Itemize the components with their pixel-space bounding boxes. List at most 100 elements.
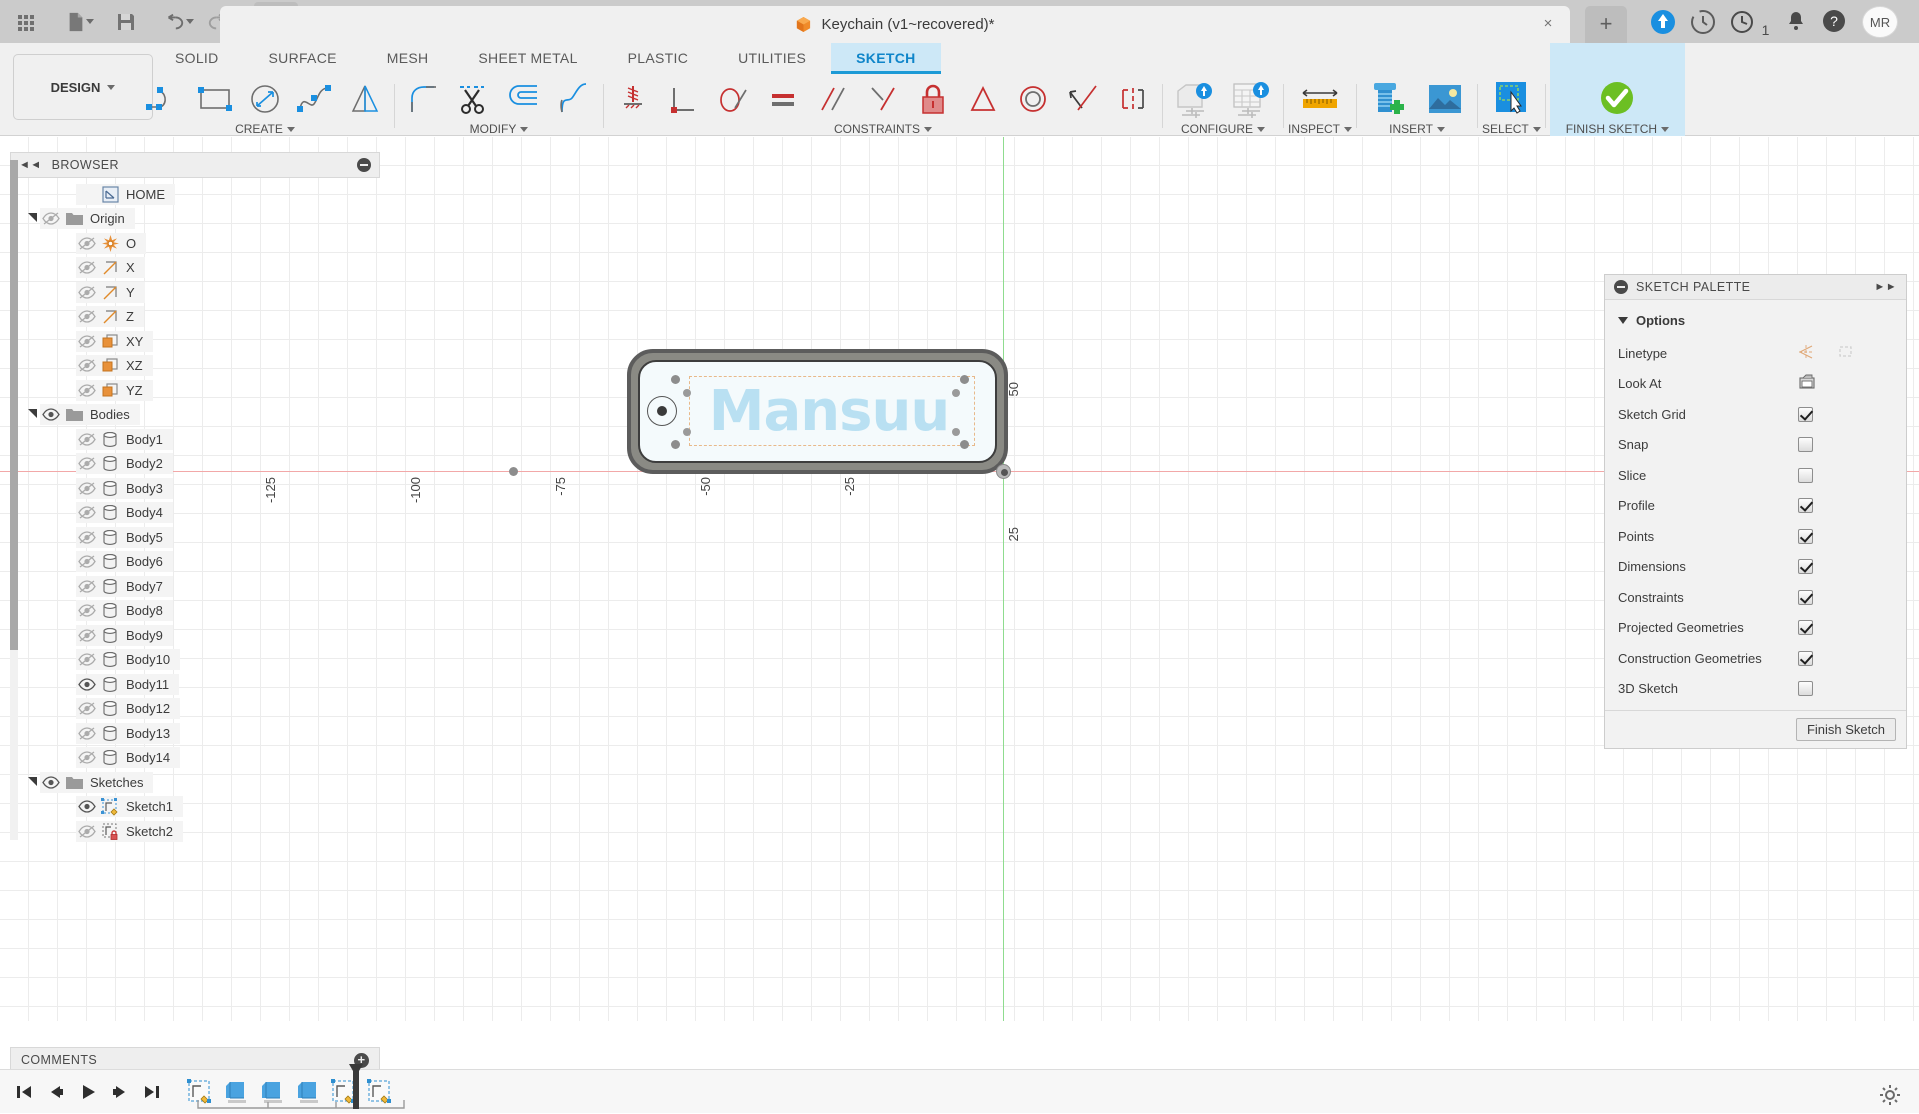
sketch-point[interactable] bbox=[960, 375, 969, 384]
visibility-toggle-hidden[interactable] bbox=[76, 307, 98, 327]
horizontal-vertical-icon[interactable] bbox=[608, 76, 658, 122]
browser-item-z[interactable]: Z bbox=[10, 305, 380, 330]
visibility-toggle-hidden[interactable] bbox=[76, 748, 98, 768]
palette-row-linetype[interactable]: Linetype bbox=[1605, 338, 1906, 369]
chevron-down-icon[interactable] bbox=[924, 126, 932, 132]
extension-icon[interactable] bbox=[1650, 9, 1676, 35]
sketch-text[interactable]: Mansuu bbox=[679, 369, 979, 453]
linetype-construction-icon[interactable] bbox=[1837, 343, 1854, 363]
browser-item-xy[interactable]: XY bbox=[10, 329, 380, 354]
insert-canvas-icon[interactable] bbox=[1417, 76, 1473, 122]
expand-arrow-icon[interactable] bbox=[27, 212, 40, 225]
browser-item-o[interactable]: O bbox=[10, 231, 380, 256]
checkbox-dimensions[interactable] bbox=[1798, 559, 1813, 575]
palette-row-look-at[interactable]: Look At bbox=[1605, 369, 1906, 400]
visibility-toggle-hidden[interactable] bbox=[76, 356, 98, 376]
palette-row-profile[interactable]: Profile bbox=[1605, 491, 1906, 522]
tab-sheet-metal[interactable]: SHEET METAL bbox=[453, 43, 602, 74]
visibility-toggle-hidden[interactable] bbox=[76, 258, 98, 278]
browser-item-home[interactable]: HOME bbox=[10, 182, 380, 207]
browser-item-body1[interactable]: Body1 bbox=[10, 427, 380, 452]
visibility-toggle-visible[interactable] bbox=[40, 772, 62, 792]
visibility-toggle-hidden[interactable] bbox=[76, 527, 98, 547]
parallel-icon[interactable] bbox=[808, 76, 858, 122]
app-grid-icon[interactable] bbox=[6, 0, 46, 43]
line-icon[interactable] bbox=[140, 76, 190, 122]
visibility-toggle-hidden[interactable] bbox=[76, 454, 98, 474]
recent-clock-icon[interactable]: 1 bbox=[1730, 9, 1774, 38]
browser-item-xz[interactable]: XZ bbox=[10, 354, 380, 379]
palette-row-3d-sketch[interactable]: 3D Sketch bbox=[1605, 674, 1906, 705]
offset-icon[interactable] bbox=[499, 76, 549, 122]
visibility-toggle-hidden[interactable] bbox=[76, 723, 98, 743]
browser-item-body10[interactable]: Body10 bbox=[10, 648, 380, 673]
rectangle-icon[interactable] bbox=[190, 76, 240, 122]
midpoint-icon[interactable] bbox=[858, 76, 908, 122]
sketch-point-origin-left[interactable] bbox=[509, 467, 518, 476]
checkbox-constraints[interactable] bbox=[1798, 589, 1813, 605]
chevron-down-icon[interactable] bbox=[1436, 126, 1445, 132]
finish-sketch-check-icon[interactable] bbox=[1589, 76, 1645, 122]
tab-mesh[interactable]: MESH bbox=[362, 43, 454, 74]
new-file-icon[interactable] bbox=[60, 0, 100, 43]
bell-icon[interactable] bbox=[1784, 9, 1810, 35]
visibility-toggle-hidden[interactable] bbox=[76, 331, 98, 351]
checkbox-slice[interactable] bbox=[1798, 467, 1813, 483]
configure-body-icon[interactable] bbox=[1167, 76, 1223, 122]
browser-item-body8[interactable]: Body8 bbox=[10, 599, 380, 624]
tab-sketch[interactable]: SKETCH bbox=[831, 43, 941, 74]
mirror-icon[interactable] bbox=[340, 76, 390, 122]
fix-icon[interactable] bbox=[908, 76, 958, 122]
document-tab[interactable]: Keychain (v1~recovered)* × bbox=[220, 6, 1570, 43]
chevron-down-icon[interactable] bbox=[520, 126, 529, 132]
step-back-icon[interactable] bbox=[40, 1070, 72, 1114]
tab-plastic[interactable]: PLASTIC bbox=[603, 43, 713, 74]
chevron-down-icon[interactable] bbox=[1344, 126, 1353, 132]
job-status-icon[interactable] bbox=[1690, 9, 1716, 35]
browser-item-body11[interactable]: Body11 bbox=[10, 672, 380, 697]
sketch-origin-point[interactable] bbox=[996, 464, 1011, 479]
visibility-toggle-hidden[interactable] bbox=[76, 601, 98, 621]
trim-icon[interactable] bbox=[449, 76, 499, 122]
tab-solid[interactable]: SOLID bbox=[150, 43, 244, 74]
palette-row-snap[interactable]: Snap bbox=[1605, 430, 1906, 461]
sketch-point[interactable] bbox=[671, 440, 680, 449]
break-icon[interactable] bbox=[549, 76, 599, 122]
sketch-point[interactable] bbox=[683, 389, 691, 397]
sketch-point[interactable] bbox=[671, 375, 680, 384]
browser-item-body12[interactable]: Body12 bbox=[10, 697, 380, 722]
visibility-toggle-hidden[interactable] bbox=[76, 821, 98, 841]
go-to-start-icon[interactable] bbox=[8, 1070, 40, 1114]
visibility-toggle-hidden[interactable] bbox=[76, 625, 98, 645]
palette-row-dimensions[interactable]: Dimensions bbox=[1605, 552, 1906, 583]
tangent-icon[interactable] bbox=[708, 76, 758, 122]
step-forward-icon[interactable] bbox=[104, 1070, 136, 1114]
browser-item-origin[interactable]: Origin bbox=[10, 207, 380, 232]
visibility-toggle-hidden[interactable] bbox=[76, 429, 98, 449]
browser-scrollbar[interactable] bbox=[10, 160, 18, 840]
palette-row-constraints[interactable]: Constraints bbox=[1605, 582, 1906, 613]
browser-item-body14[interactable]: Body14 bbox=[10, 746, 380, 771]
perpendicular-icon[interactable] bbox=[658, 76, 708, 122]
visibility-toggle-hidden[interactable] bbox=[76, 576, 98, 596]
help-icon[interactable]: ? bbox=[1822, 9, 1848, 35]
palette-row-slice[interactable]: Slice bbox=[1605, 460, 1906, 491]
browser-item-x[interactable]: X bbox=[10, 256, 380, 281]
save-icon[interactable] bbox=[106, 0, 146, 43]
palette-row-projected-geometries[interactable]: Projected Geometries bbox=[1605, 613, 1906, 644]
sketch-point[interactable] bbox=[960, 440, 969, 449]
tab-surface[interactable]: SURFACE bbox=[244, 43, 362, 74]
minimize-icon[interactable] bbox=[357, 158, 371, 172]
collapse-left-icon[interactable]: ◄◄ bbox=[19, 159, 42, 171]
timeline-marker-icon[interactable] bbox=[348, 1063, 363, 1109]
browser-item-sketch1[interactable]: Sketch1 bbox=[10, 795, 380, 820]
play-icon[interactable] bbox=[72, 1070, 104, 1114]
scrollbar-thumb[interactable] bbox=[10, 160, 18, 650]
checkbox-projected-geometries[interactable] bbox=[1798, 620, 1813, 636]
chevron-down-icon[interactable] bbox=[1257, 126, 1265, 132]
visibility-toggle-hidden[interactable] bbox=[76, 552, 98, 572]
spline-icon[interactable] bbox=[290, 76, 340, 122]
go-to-end-icon[interactable] bbox=[136, 1070, 168, 1114]
browser-item-body6[interactable]: Body6 bbox=[10, 550, 380, 575]
undo-dropdown-caret[interactable] bbox=[185, 19, 194, 24]
